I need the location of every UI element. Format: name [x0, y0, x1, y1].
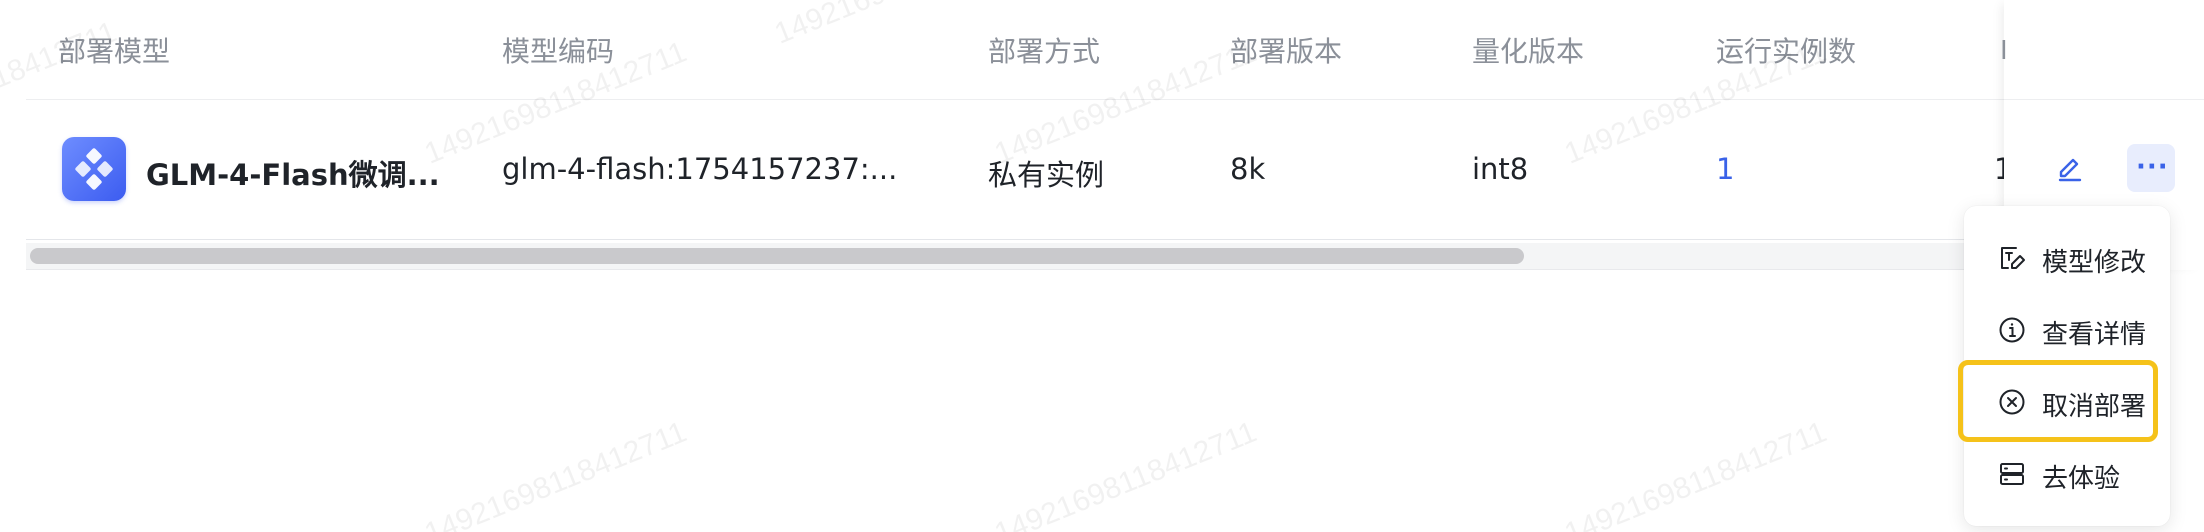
watermark: 14921698118412711 — [1560, 415, 1832, 532]
menu-item-modify-model[interactable]: 模型修改 — [1964, 228, 2170, 288]
horizontal-scrollbar[interactable] — [26, 243, 2204, 270]
scrollbar-thumb[interactable] — [30, 248, 1524, 264]
deployment-table: 部署模型 模型编码 部署方式 部署版本 量化版本 运行实例数 GLM-4-Fla… — [0, 0, 2204, 270]
instances-cell[interactable]: 1 — [1716, 152, 1734, 186]
column-header-quant-version: 量化版本 — [1472, 35, 1585, 68]
info-circle-icon — [1999, 317, 2025, 343]
pencil-icon — [2058, 158, 2082, 182]
menu-item-label: 取消部署 — [2042, 392, 2147, 422]
column-header-model-code: 模型编码 — [502, 35, 615, 68]
actions-dropdown-menu: 模型修改 查看详情 取消部署 去体验 — [1964, 206, 2170, 526]
column-header-deploy-model: 部署模型 — [58, 35, 171, 68]
menu-item-label: 去体验 — [2042, 464, 2121, 494]
edit-text-icon — [2001, 247, 2025, 269]
menu-item-try-out[interactable]: 去体验 — [1964, 444, 2170, 504]
ellipsis-icon: ··· — [2136, 152, 2169, 182]
table-row: GLM-4-Flash微调... glm-4-flash:1754157237:… — [26, 100, 2204, 240]
model-name-cell: GLM-4-Flash微调... — [146, 158, 440, 192]
model-icon — [62, 137, 126, 201]
watermark: 14921698118412711 — [990, 415, 1262, 532]
actions-column-header: I — [2000, 0, 2204, 100]
column-header-instances: 运行实例数 — [1716, 35, 1857, 68]
watermark: 14921698118412711 — [420, 415, 692, 532]
actions-column-header-label: I — [2000, 36, 2008, 66]
quant-version-cell: int8 — [1472, 152, 1529, 186]
column-header-deploy-method: 部署方式 — [988, 35, 1101, 68]
column-header-deploy-version: 部署版本 — [1230, 35, 1343, 68]
menu-item-label: 查看详情 — [2042, 320, 2147, 350]
deploy-version-cell: 8k — [1230, 152, 1266, 186]
table-header: 部署模型 模型编码 部署方式 部署版本 量化版本 运行实例数 — [26, 0, 2204, 100]
server-icon — [2000, 463, 2024, 485]
edit-button[interactable] — [2046, 145, 2092, 191]
more-actions-button[interactable]: ··· — [2127, 144, 2175, 192]
menu-item-cancel-deploy[interactable]: 取消部署 — [1964, 372, 2170, 432]
close-circle-icon — [1999, 389, 2025, 415]
model-code-cell: glm-4-flash:1754157237:... — [502, 152, 898, 186]
menu-item-label: 模型修改 — [2042, 248, 2147, 278]
deploy-method-cell: 私有实例 — [988, 158, 1105, 192]
menu-item-view-details[interactable]: 查看详情 — [1964, 300, 2170, 360]
